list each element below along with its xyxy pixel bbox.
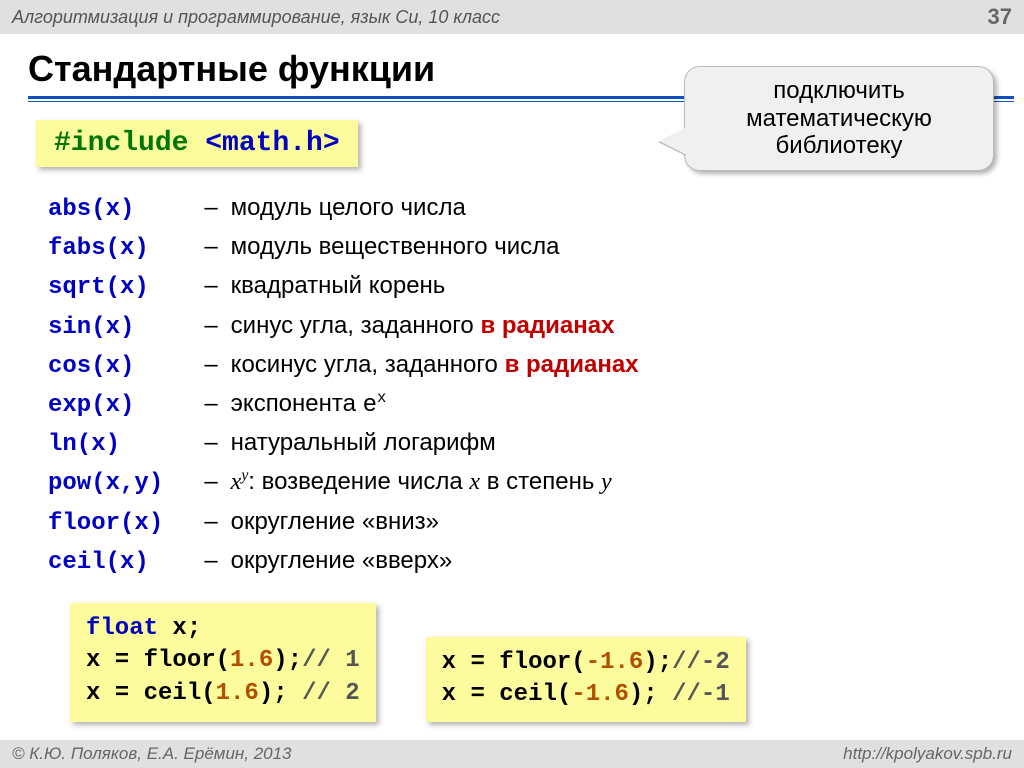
func-row: sin(x)– синус угла, заданного в радианах: [48, 307, 1024, 346]
func-desc: xy: возведение числа x в степень y: [231, 468, 612, 495]
func-desc: натуральный логарифм: [231, 429, 496, 456]
func-row: ceil(x)– округление «вверх»: [48, 542, 1024, 581]
func-name: fabs(x): [48, 230, 198, 267]
func-name: pow(x,y): [48, 465, 198, 502]
code-box-right: x = floor(-1.6);//-2 x = ceil(-1.6); //-…: [426, 637, 746, 722]
include-header: <math.h>: [205, 128, 339, 159]
func-name: cos(x): [48, 348, 198, 385]
func-name: sin(x): [48, 309, 198, 346]
slide-header: Алгоритмизация и программирование, язык …: [0, 0, 1024, 34]
func-name: floor(x): [48, 505, 198, 542]
include-directive-box: #include <math.h>: [36, 120, 358, 167]
slide-footer: © К.Ю. Поляков, Е.А. Ерёмин, 2013 http:/…: [0, 740, 1024, 768]
func-row: cos(x)– косинус угла, заданного в радиан…: [48, 346, 1024, 385]
func-desc: округление «вниз»: [231, 508, 439, 535]
function-list: abs(x)– модуль целого числа fabs(x)– мод…: [48, 189, 1024, 581]
func-row: ln(x)– натуральный логарифм: [48, 424, 1024, 463]
include-keyword: #include: [54, 128, 188, 159]
func-desc: косинус угла, заданного в радианах: [231, 351, 639, 378]
code-examples: float x; x = floor(1.6);// 1 x = ceil(1.…: [70, 603, 1024, 722]
func-name: ceil(x): [48, 544, 198, 581]
func-desc: квадратный корень: [231, 272, 446, 299]
footer-url: http://kpolyakov.spb.ru: [843, 744, 1012, 764]
func-desc: синус угла, заданного в радианах: [231, 312, 615, 339]
footer-copyright: © К.Ю. Поляков, Е.А. Ерёмин, 2013: [12, 744, 292, 764]
func-desc: модуль вещественного числа: [231, 233, 560, 260]
callout-line: библиотеку: [699, 132, 979, 160]
func-desc: округление «вверх»: [231, 547, 453, 574]
func-name: abs(x): [48, 191, 198, 228]
func-desc: экспонента ex: [231, 390, 387, 417]
course-title: Алгоритмизация и программирование, язык …: [12, 7, 500, 28]
func-row: floor(x)– округление «вниз»: [48, 503, 1024, 542]
page-number: 37: [988, 4, 1012, 30]
func-name: exp(x): [48, 387, 198, 424]
func-name: sqrt(x): [48, 269, 198, 306]
callout-bubble: подключить математическую библиотеку: [684, 66, 994, 171]
callout-line: математическую: [699, 105, 979, 133]
func-row: pow(x,y)– xy: возведение числа x в степе…: [48, 463, 1024, 502]
func-name: ln(x): [48, 426, 198, 463]
func-row: sqrt(x)– квадратный корень: [48, 267, 1024, 306]
func-row: exp(x)– экспонента ex: [48, 385, 1024, 424]
callout-line: подключить: [699, 77, 979, 105]
func-row: abs(x)– модуль целого числа: [48, 189, 1024, 228]
callout-tail: [659, 127, 687, 155]
func-desc: модуль целого числа: [231, 194, 466, 221]
code-box-left: float x; x = floor(1.6);// 1 x = ceil(1.…: [70, 603, 376, 722]
func-row: fabs(x)– модуль вещественного числа: [48, 228, 1024, 267]
